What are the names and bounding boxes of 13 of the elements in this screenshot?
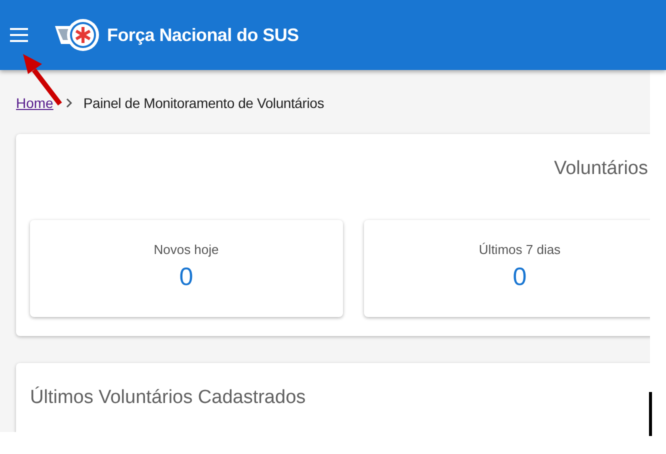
- panel-title: Voluntários: [554, 158, 648, 181]
- breadcrumb-current: Painel de Monitoramento de Voluntários: [83, 95, 324, 111]
- stat-label: Últimos 7 dias: [478, 242, 561, 257]
- app-title: Força Nacional do SUS: [107, 24, 299, 46]
- chevron-icon: [65, 98, 74, 108]
- stat-value: 0: [179, 263, 194, 292]
- stat-label: Novos hoje: [154, 242, 219, 257]
- logo-icon: [55, 18, 99, 52]
- cursor-bar: [649, 392, 652, 436]
- menu-icon[interactable]: [10, 27, 28, 43]
- panel-title: Últimos Voluntários Cadastrados: [30, 387, 306, 408]
- stat-value: 0: [512, 263, 527, 292]
- breadcrumb-link[interactable]: Home: [16, 95, 54, 111]
